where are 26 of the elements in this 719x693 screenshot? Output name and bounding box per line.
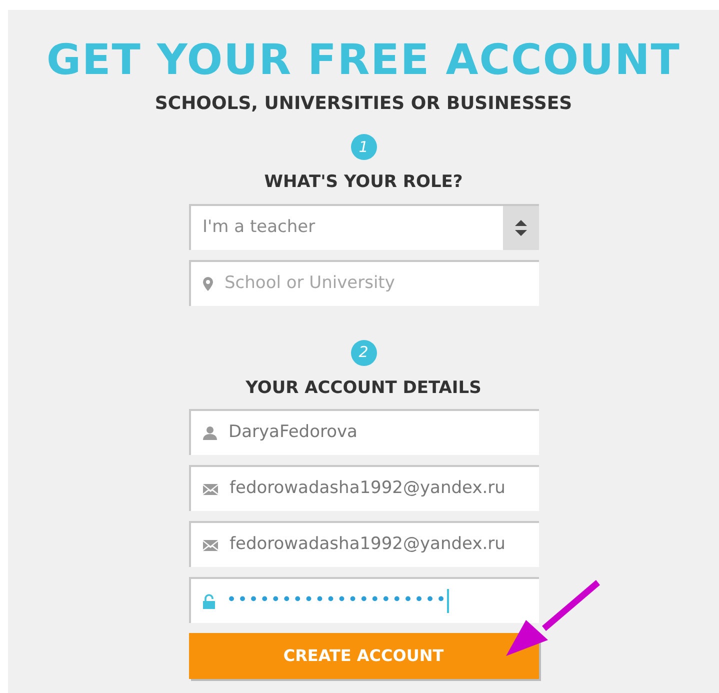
- select-stepper[interactable]: [502, 206, 538, 250]
- field-value: fedorowadasha1992@yandex.ru: [230, 477, 506, 500]
- step-number-badge: 1: [350, 134, 376, 160]
- field-value: DaryaFedorova: [228, 421, 358, 444]
- user-icon: [202, 426, 216, 440]
- envelope-icon: [202, 484, 218, 494]
- lock-icon: [202, 594, 214, 608]
- input-field[interactable]: School or University: [188, 260, 538, 306]
- step-number-badge: 2: [350, 340, 376, 366]
- create-account-button[interactable]: CREATE ACCOUNT: [188, 633, 538, 679]
- page-subtitle: SCHOOLS, UNIVERSITIES OR BUSINESSES: [154, 92, 572, 116]
- input-field[interactable]: fedorowadasha1992@yandex.ru: [188, 521, 538, 567]
- select-value: I'm a teacher: [202, 216, 316, 239]
- password-dots: ••••••••••••••••••••: [226, 589, 448, 612]
- map-pin-icon: [202, 276, 212, 290]
- input-field[interactable]: DaryaFedorova: [188, 409, 538, 455]
- step-heading: WHAT'S YOUR ROLE?: [264, 171, 463, 194]
- input-field[interactable]: fedorowadasha1992@yandex.ru: [188, 465, 538, 511]
- field-value: fedorowadasha1992@yandex.ru: [230, 533, 506, 556]
- envelope-icon: [202, 540, 218, 550]
- role-select[interactable]: I'm a teacher: [188, 204, 538, 250]
- up-down-caret-icon: [514, 220, 526, 236]
- input-field[interactable]: ••••••••••••••••••••: [188, 577, 538, 623]
- step-heading: YOUR ACCOUNT DETAILS: [246, 376, 482, 400]
- page-title: GET YOUR FREE ACCOUNT: [46, 38, 680, 82]
- field-placeholder: School or University: [224, 272, 395, 295]
